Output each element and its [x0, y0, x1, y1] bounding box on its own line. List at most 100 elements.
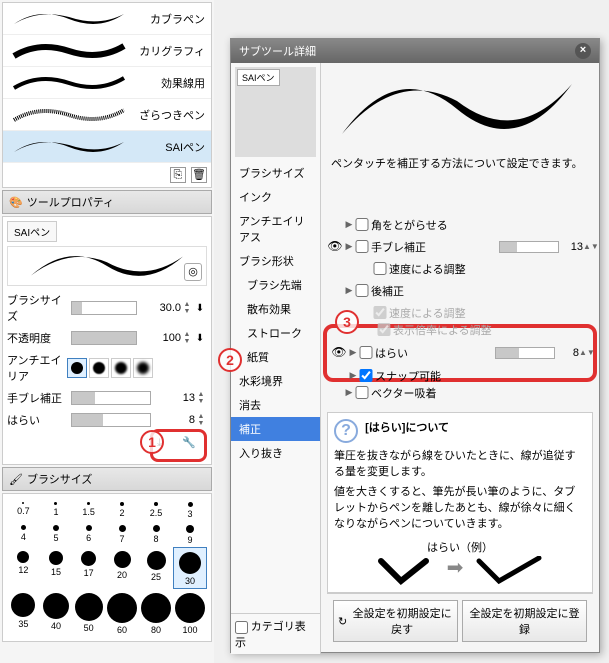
expand-icon[interactable]: ▶ — [347, 370, 359, 381]
harai-spinner[interactable]: ▲▼ — [195, 413, 207, 427]
size-cell[interactable]: 1.5 — [72, 498, 105, 521]
dynamics-icon[interactable]: ⬇ — [193, 303, 207, 314]
size-cell[interactable]: 25 — [139, 547, 173, 589]
vector-checkbox[interactable] — [355, 386, 369, 399]
info-text1: 筆圧を抜きながら線をひいたときに、線が追従する量を変更します。 — [334, 447, 586, 479]
size-cell[interactable]: 7 — [105, 521, 139, 547]
tool-property-header[interactable]: 🎨 ツールプロパティ — [2, 190, 212, 214]
size-cell[interactable]: 40 — [40, 589, 73, 637]
trash-icon[interactable]: 🗑 — [191, 167, 207, 183]
size-cell[interactable]: 4 — [7, 521, 40, 547]
size-cell[interactable]: 15 — [40, 547, 73, 589]
brush-size-header[interactable]: 🖌 ブラシサイズ — [2, 467, 212, 491]
dialog-preview-tab[interactable]: SAIペン — [237, 69, 280, 86]
harai-checkbox[interactable] — [359, 346, 373, 359]
aa-option[interactable] — [133, 358, 153, 378]
wrench-icon[interactable]: 🔧 — [182, 436, 200, 454]
size-cell[interactable]: 2.5 — [139, 498, 173, 521]
vector-label: ベクター吸着 — [369, 385, 593, 401]
visibility-icon[interactable] — [327, 217, 343, 233]
harai-slider[interactable] — [495, 347, 555, 359]
size-cell[interactable]: 12 — [7, 547, 40, 589]
size-cell[interactable]: 9 — [173, 521, 207, 547]
opacity-spinner[interactable]: ▲▼ — [181, 331, 193, 345]
aa-option[interactable] — [89, 358, 109, 378]
expand-icon[interactable]: ▶ — [343, 387, 355, 398]
category-item[interactable]: 入り抜き — [231, 441, 320, 465]
expand-icon[interactable]: ▶ — [343, 219, 355, 230]
dialog-titlebar[interactable]: サブツール詳細 × — [231, 39, 599, 63]
brush-item[interactable]: カブラペン — [3, 3, 211, 35]
category-item[interactable]: 紙質 — [231, 345, 320, 369]
stabilize-slider[interactable] — [499, 241, 559, 253]
category-item[interactable]: 水彩境界 — [231, 369, 320, 393]
aa-option[interactable] — [67, 358, 87, 378]
size-cell[interactable]: 80 — [139, 589, 173, 637]
size-cell[interactable]: 50 — [72, 589, 105, 637]
dynamics-icon[interactable]: ⬇ — [193, 333, 207, 344]
stabilize-slider[interactable] — [71, 391, 151, 405]
stabilize-spinner[interactable]: ▲▼ — [195, 391, 207, 405]
dialog-preview: SAIペン — [235, 67, 316, 157]
stabilize-checkbox[interactable] — [355, 240, 369, 253]
visibility-icon[interactable] — [327, 283, 343, 299]
size-cell[interactable]: 30 — [173, 547, 207, 589]
category-item[interactable]: ストローク — [231, 321, 320, 345]
size-cell[interactable]: 100 — [173, 589, 207, 637]
brush-item[interactable]: カリグラフィ — [3, 35, 211, 67]
speed-adjust-checkbox[interactable] — [373, 262, 387, 275]
copy-icon[interactable]: ⎘ — [170, 167, 186, 183]
category-item[interactable]: アンチエイリアス — [231, 209, 320, 249]
post-correct-checkbox[interactable] — [355, 284, 369, 297]
category-item[interactable]: ブラシ形状 — [231, 249, 320, 273]
size-cell[interactable]: 3 — [173, 498, 207, 521]
category-item[interactable]: 補正 — [231, 417, 320, 441]
brush-label: カブラペン — [150, 11, 205, 27]
aa-option[interactable] — [111, 358, 131, 378]
visibility-icon[interactable]: 👁 — [331, 345, 347, 361]
harai-spinner[interactable]: ▲▼ — [579, 348, 589, 357]
size-cell[interactable]: 17 — [72, 547, 105, 589]
size-cell[interactable]: 0.7 — [7, 498, 40, 521]
sharp-corner-checkbox[interactable] — [355, 218, 369, 231]
category-show-checkbox[interactable] — [235, 621, 248, 634]
size-cell[interactable]: 60 — [105, 589, 139, 637]
target-icon[interactable]: ◎ — [184, 263, 202, 281]
stabilize-row: 👁 ▶ 手ブレ補正 13 ▲▼ — [327, 239, 593, 255]
opacity-label: 不透明度 — [7, 330, 67, 346]
category-item[interactable]: 散布効果 — [231, 297, 320, 321]
opacity-slider[interactable] — [71, 331, 137, 345]
size-cell[interactable]: 20 — [105, 547, 139, 589]
close-icon[interactable]: × — [575, 43, 591, 59]
info-text2: 値を大きくすると、筆先が長い筆のように、タブレットからペンを離したあとも、線が徐… — [334, 483, 586, 531]
palette-icon: 🎨 — [9, 196, 23, 209]
category-item[interactable]: ブラシ先端 — [231, 273, 320, 297]
snap-checkbox[interactable] — [359, 369, 373, 382]
size-cell[interactable]: 6 — [72, 521, 105, 547]
category-item[interactable]: 消去 — [231, 393, 320, 417]
tool-tab[interactable]: SAIペン — [7, 221, 57, 242]
brush-item[interactable]: 効果線用 — [3, 67, 211, 99]
size-cell[interactable]: 1 — [40, 498, 73, 521]
visibility-icon[interactable]: 👁 — [327, 239, 343, 255]
brush-item[interactable]: ざらつきペン — [3, 99, 211, 131]
size-cell[interactable]: 35 — [7, 589, 40, 637]
expand-icon[interactable]: ▶ — [347, 347, 359, 358]
harai-slider[interactable] — [71, 413, 151, 427]
stabilize-spinner[interactable]: ▲▼ — [583, 242, 593, 251]
size-cell[interactable]: 8 — [139, 521, 173, 547]
category-item[interactable]: インク — [231, 185, 320, 209]
visibility-icon[interactable] — [327, 385, 343, 401]
brush-size-panel: 0.711.522.53 456789 121517202530 3540506080… — [2, 493, 212, 642]
expand-icon[interactable]: ▶ — [343, 285, 355, 296]
size-cell[interactable]: 5 — [40, 521, 73, 547]
category-item[interactable]: ブラシサイズ — [231, 161, 320, 185]
visibility-icon[interactable] — [331, 368, 347, 384]
brush-item-selected[interactable]: SAIペン — [3, 131, 211, 163]
brush-size-slider[interactable] — [71, 301, 137, 315]
size-cell[interactable]: 2 — [105, 498, 139, 521]
expand-icon[interactable]: ▶ — [343, 241, 355, 252]
reset-button[interactable]: ↻ 全設定を初期設定に戻す — [333, 600, 458, 642]
brush-size-spinner[interactable]: ▲▼ — [181, 301, 193, 315]
register-button[interactable]: 全設定を初期設定に登録 — [462, 600, 587, 642]
